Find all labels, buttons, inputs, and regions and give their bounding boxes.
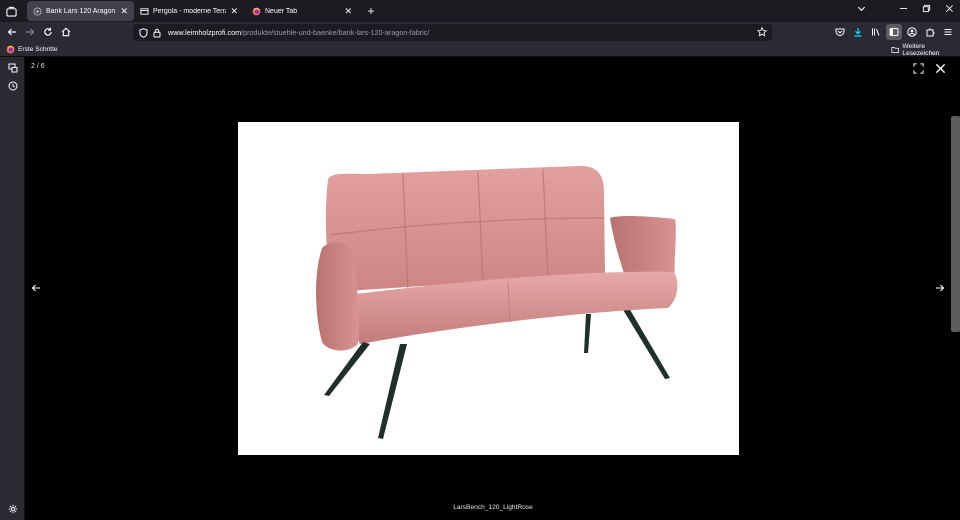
arrow-right-icon	[936, 284, 945, 292]
new-tab-button[interactable]: +	[363, 3, 379, 19]
bookmark-label: Erste Schritte	[18, 46, 58, 53]
bookmark-label: Weitere Lesezeichen	[902, 42, 940, 57]
next-image-button[interactable]	[932, 280, 948, 296]
site-info-button[interactable]	[150, 26, 164, 40]
pink-bench-sofa-illustration	[316, 165, 678, 439]
image-counter: 2 / 6	[31, 63, 45, 70]
downloads-button[interactable]	[850, 24, 866, 40]
firefox-icon	[252, 7, 261, 15]
restore-icon	[922, 4, 930, 13]
tab-new[interactable]: Neuer Tab ✕	[246, 1, 358, 21]
pocket-button[interactable]	[832, 24, 848, 40]
synced-tabs-icon	[8, 63, 17, 72]
tab-bank-lars[interactable]: Bank Lars 120 Aragon Fabric - L ✕	[27, 1, 134, 21]
library-icon	[872, 28, 880, 36]
site-favicon-icon	[140, 7, 149, 15]
close-lightbox-button[interactable]	[932, 60, 948, 76]
puzzle-icon	[926, 28, 935, 37]
reload-button[interactable]	[40, 24, 56, 40]
home-button[interactable]	[58, 24, 74, 40]
gear-icon	[8, 504, 17, 513]
other-bookmarks-folder[interactable]: Weitere Lesezeichen	[891, 42, 960, 57]
pocket-icon	[835, 28, 845, 36]
sidebar-icon	[889, 28, 899, 36]
close-tab-icon[interactable]: ✕	[230, 6, 238, 16]
sidebar	[0, 57, 25, 520]
tab-title: Pergola - moderne Terrassenüb	[153, 7, 226, 15]
tab-pergola[interactable]: Pergola - moderne Terrassenüb ✕	[134, 1, 244, 21]
close-tab-icon[interactable]: ✕	[120, 6, 128, 16]
fullscreen-icon	[912, 62, 924, 74]
chevron-down-icon	[857, 6, 865, 12]
sidebar-history-button[interactable]	[5, 78, 20, 93]
reload-icon	[44, 27, 52, 36]
restore-button[interactable]	[918, 3, 934, 19]
product-image	[238, 122, 739, 455]
bookmarks-toolbar: Erste Schritte Weitere Lesezeichen	[0, 42, 960, 57]
star-icon	[757, 27, 767, 37]
download-icon	[854, 28, 862, 37]
home-icon	[61, 27, 71, 37]
sidebar-toggle-button[interactable]	[886, 24, 902, 40]
tab-list-icon	[5, 6, 17, 17]
fullscreen-button[interactable]	[910, 60, 926, 76]
image-caption: LarsBench_120_LightRose	[453, 504, 533, 511]
tracking-protection-button[interactable]	[136, 26, 150, 40]
url-host: www.leimholzprofi.com	[168, 28, 242, 37]
shield-icon	[139, 27, 147, 38]
navigation-toolbar: www.leimholzprofi.com/produkte/stuehle-u…	[0, 22, 960, 42]
library-button[interactable]	[868, 24, 884, 40]
close-tab-icon[interactable]: ✕	[344, 6, 352, 16]
site-favicon-icon	[33, 6, 42, 16]
close-window-button[interactable]	[941, 3, 957, 19]
back-button[interactable]	[4, 24, 20, 40]
firefox-icon	[6, 45, 15, 54]
list-all-tabs-button[interactable]	[853, 3, 869, 19]
history-icon	[8, 81, 17, 90]
url-text[interactable]: www.leimholzprofi.com/produkte/stuehle-u…	[168, 28, 429, 37]
tab-strip: Bank Lars 120 Aragon Fabric - L ✕ Pergol…	[0, 0, 960, 22]
hamburger-menu-icon	[944, 28, 952, 36]
folder-icon	[891, 47, 899, 53]
close-icon	[935, 63, 945, 73]
tab-title: Bank Lars 120 Aragon Fabric - L	[46, 7, 116, 15]
account-button[interactable]	[904, 24, 920, 40]
arrow-left-icon	[31, 284, 40, 292]
tab-list-button[interactable]	[2, 2, 20, 20]
lock-icon	[153, 28, 161, 37]
tab-title: Neuer Tab	[265, 7, 298, 15]
minimize-icon	[899, 8, 907, 9]
previous-image-button[interactable]	[28, 280, 44, 296]
extensions-button[interactable]	[922, 24, 938, 40]
arrow-right-icon	[26, 28, 35, 36]
account-icon	[907, 27, 917, 37]
image-lightbox: 2 / 6 LarsBench_120_LightRose	[26, 57, 960, 520]
bookmark-page-button[interactable]	[755, 25, 769, 39]
bookmark-erste-schritte[interactable]: Erste Schritte	[6, 43, 58, 56]
forward-button[interactable]	[22, 24, 38, 40]
arrow-left-icon	[7, 28, 16, 36]
scrollbar-thumb[interactable]	[951, 116, 960, 332]
app-menu-button[interactable]	[940, 24, 956, 40]
sidebar-settings-button[interactable]	[5, 501, 20, 516]
url-bar[interactable]: www.leimholzprofi.com/produkte/stuehle-u…	[133, 24, 772, 41]
minimize-button[interactable]	[895, 3, 911, 19]
close-icon	[945, 5, 953, 12]
url-path: /produkte/stuehle-und-baenke/bank-lars-1…	[241, 28, 430, 37]
sidebar-synced-tabs-button[interactable]	[5, 60, 20, 75]
